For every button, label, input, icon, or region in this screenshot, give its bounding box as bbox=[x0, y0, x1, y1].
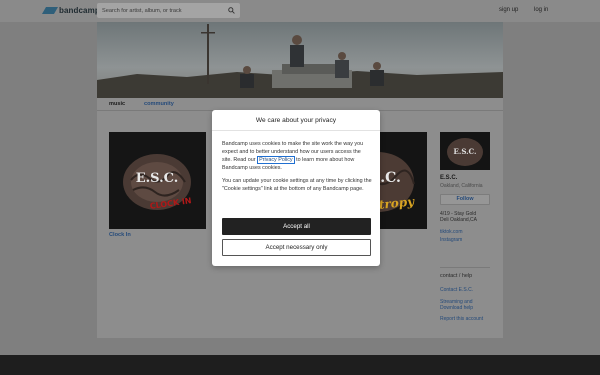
bandcamp-logo-icon bbox=[41, 7, 59, 14]
signup-link[interactable]: sign up bbox=[499, 7, 518, 13]
tiktok-link[interactable]: tiktok.com bbox=[440, 229, 463, 235]
band-banner-image bbox=[97, 22, 503, 98]
band-location: Oakland, California bbox=[440, 183, 483, 189]
modal-title: We care about your privacy bbox=[212, 110, 380, 131]
tab-community[interactable]: community bbox=[144, 101, 174, 107]
contact-link[interactable]: Contact E.S.C. bbox=[440, 287, 473, 293]
band-name[interactable]: E.S.C. bbox=[440, 175, 457, 181]
accept-all-button[interactable]: Accept all bbox=[222, 218, 371, 235]
search-input[interactable] bbox=[102, 6, 222, 15]
album-art-text: E.S.C. bbox=[136, 171, 179, 186]
follow-button[interactable]: Follow bbox=[440, 194, 490, 205]
band-photo: E.S.C. bbox=[440, 132, 490, 170]
privacy-modal: We care about your privacy Bandcamp uses… bbox=[212, 110, 380, 266]
login-link[interactable]: log in bbox=[534, 7, 548, 13]
instagram-link[interactable]: Instagram bbox=[440, 237, 462, 243]
logo-text: bandcamp bbox=[59, 6, 100, 15]
album-art-clock-in[interactable]: E.S.C. CLOCK IN bbox=[109, 132, 206, 229]
contact-heading: contact / help bbox=[440, 273, 473, 279]
accept-necessary-button[interactable]: Accept necessary only bbox=[222, 239, 371, 256]
privacy-policy-link[interactable]: Privacy Policy bbox=[257, 156, 295, 164]
modal-paragraph-settings: You can update your cookie settings at a… bbox=[222, 178, 372, 192]
modal-body: Bandcamp uses cookies to make the site w… bbox=[222, 140, 372, 198]
sidebar-divider bbox=[440, 267, 490, 268]
report-account-link[interactable]: Report this account bbox=[440, 316, 483, 322]
band-photo-text: E.S.C. bbox=[454, 147, 477, 156]
page-footer bbox=[0, 355, 600, 375]
tab-music[interactable]: music bbox=[109, 101, 125, 107]
search-box[interactable] bbox=[97, 3, 240, 18]
search-icon[interactable] bbox=[228, 7, 235, 14]
modal-paragraph-cookies: Bandcamp uses cookies to make the site w… bbox=[222, 140, 372, 172]
download-help-link[interactable]: Download help bbox=[440, 305, 473, 311]
top-bar: bandcamp sign up log in bbox=[0, 0, 600, 22]
show-venue: Deli Oakland,CA bbox=[440, 217, 477, 223]
album-title-clock-in[interactable]: Clock In bbox=[109, 232, 131, 238]
bandcamp-logo[interactable]: bandcamp bbox=[41, 6, 100, 15]
